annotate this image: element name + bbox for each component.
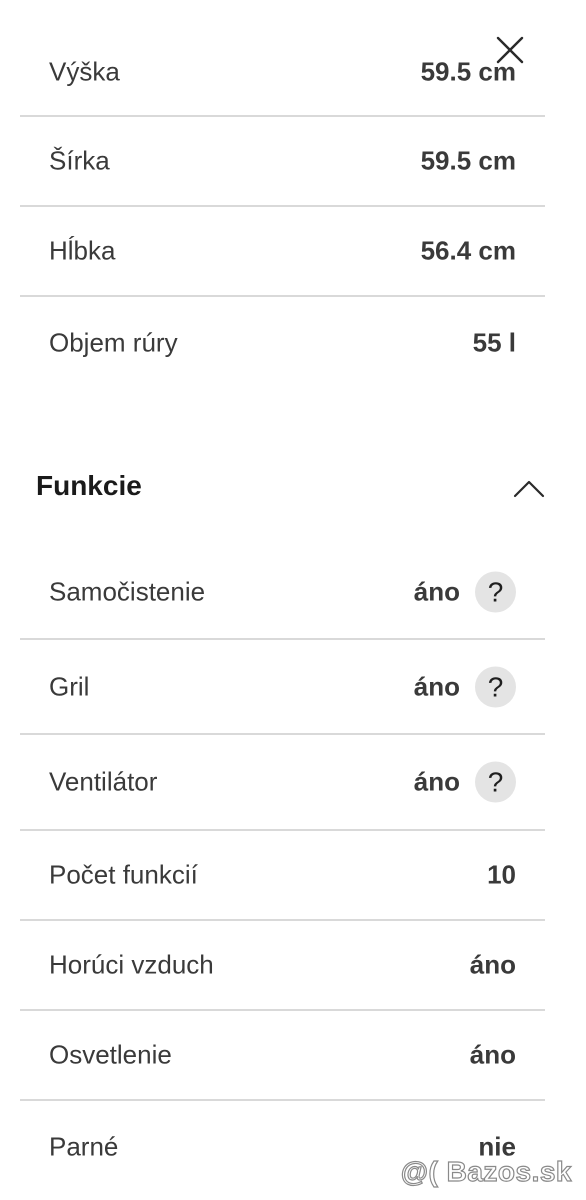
spec-label: Parné	[49, 1131, 119, 1162]
spec-value: 10	[487, 859, 516, 890]
spec-value: 59.5 cm	[420, 145, 516, 176]
spec-label: Šírka	[49, 145, 110, 176]
spec-row-oven-volume: Objem rúry 55 l	[20, 297, 545, 389]
spec-value: 56.4 cm	[420, 235, 516, 266]
collapse-section-button[interactable]	[512, 476, 546, 500]
spec-value: áno	[413, 576, 460, 606]
spec-label: Výška	[49, 56, 120, 86]
spec-label: Osvetlenie	[49, 1039, 172, 1070]
spec-label: Počet funkcií	[49, 859, 198, 890]
spec-row-width: Šírka 59.5 cm	[20, 117, 545, 207]
spec-row-fan: Ventilátor áno ?	[20, 735, 545, 831]
spec-value: 55 l	[472, 327, 516, 358]
section-title-functions: Funkcie	[36, 470, 142, 501]
watermark-logo: @( Bazos.sk	[400, 1155, 572, 1187]
help-question-icon[interactable]: ?	[475, 666, 516, 707]
spec-value: áno	[469, 949, 516, 980]
help-question-icon[interactable]: ?	[475, 761, 516, 803]
spec-row-self-cleaning: Samočistenie áno ?	[20, 545, 545, 640]
spec-label: Ventilátor	[49, 766, 158, 797]
spec-label: Objem rúry	[49, 327, 178, 358]
spec-label: Samočistenie	[49, 576, 206, 606]
chevron-up-icon	[513, 480, 545, 498]
spec-value: áno	[469, 1039, 516, 1070]
spec-value: áno	[413, 671, 460, 701]
spec-value: 59.5 cm	[420, 56, 516, 86]
spec-label: Horúci vzduch	[49, 949, 214, 980]
spec-row-lighting: Osvetlenie áno	[20, 1011, 545, 1101]
spec-row-function-count: Počet funkcií 10	[20, 831, 545, 921]
spec-label: Gril	[49, 671, 90, 701]
spec-row-hot-air: Horúci vzduch áno	[20, 921, 545, 1011]
spec-row-height: Výška 59.5 cm	[20, 28, 545, 117]
help-question-icon[interactable]: ?	[475, 571, 516, 612]
spec-value: áno	[413, 766, 460, 797]
spec-row-depth: Hĺbka 56.4 cm	[20, 207, 545, 297]
spec-label: Hĺbka	[49, 235, 116, 266]
spec-row-grill: Gril áno ?	[20, 640, 545, 735]
